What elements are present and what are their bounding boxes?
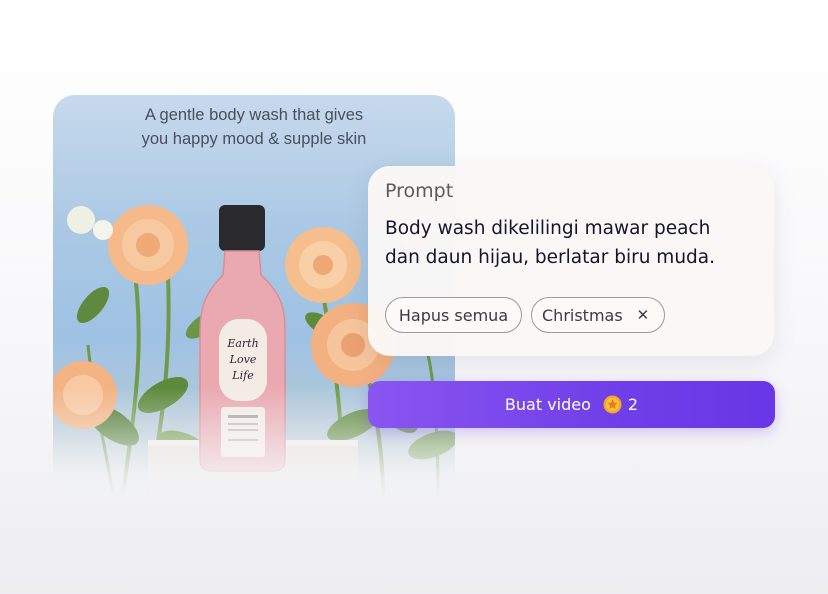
prompt-text-line-2: dan daun hijau, berlatar biru muda. xyxy=(385,247,716,268)
credit-cost: 2 xyxy=(627,395,639,414)
create-video-button[interactable]: Buat video 2 xyxy=(368,381,775,428)
prompt-text-line-1: Body wash dikelilingi mawar peach xyxy=(385,218,711,239)
svg-text:Love: Love xyxy=(229,353,257,366)
caption-line-1: A gentle body wash that gives xyxy=(144,106,364,124)
prompt-card: Prompt Body wash dikelilingi mawar peach… xyxy=(368,166,774,356)
create-video-label: Buat video xyxy=(504,395,591,414)
clear-all-label: Hapus semua xyxy=(398,305,509,325)
clear-all-button[interactable]: Hapus semua xyxy=(385,297,522,333)
prompt-label: Prompt xyxy=(385,180,454,202)
christmas-tag-label: Christmas xyxy=(542,305,623,325)
photo-caption: A gentle body wash that gives you happy … xyxy=(53,103,455,151)
christmas-tag-chip[interactable]: Christmas ✕ xyxy=(531,297,665,333)
coin-icon xyxy=(603,395,622,414)
svg-text:Life: Life xyxy=(231,369,254,382)
prompt-text[interactable]: Body wash dikelilingi mawar peach dan da… xyxy=(385,214,770,272)
caption-line-2: you happy mood & supple skin xyxy=(141,130,367,148)
svg-text:Earth: Earth xyxy=(226,337,258,350)
close-icon[interactable]: ✕ xyxy=(637,306,650,324)
